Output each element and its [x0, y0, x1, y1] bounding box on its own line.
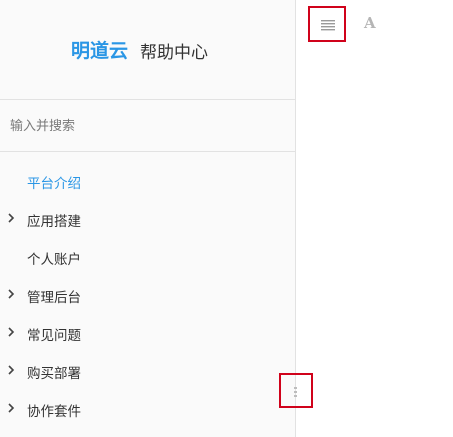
sidebar: 明道云 帮助中心 平台介绍 应用搭建 个人账户 管理后台 常见问题 — [0, 0, 296, 437]
help-center-title: 帮助中心 — [140, 43, 208, 63]
nav-item-faq[interactable]: 常见问题 — [0, 318, 296, 348]
nav-item-label: 平台介绍 — [27, 176, 81, 192]
chevron-right-icon[interactable] — [7, 288, 17, 302]
brand-logo[interactable]: 明道云 — [71, 36, 128, 63]
search-input[interactable] — [10, 114, 280, 138]
chevron-right-icon[interactable] — [7, 326, 17, 340]
nav-item-admin-console[interactable]: 管理后台 — [0, 280, 296, 310]
font-settings-button[interactable]: A — [364, 14, 378, 32]
nav-item-personal-account[interactable]: 个人账户 — [0, 242, 296, 272]
sidebar-resize-handle[interactable] — [279, 373, 313, 408]
nav-item-label: 常见问题 — [27, 328, 81, 344]
nav-item-collab-suite[interactable]: 协作套件 — [0, 394, 296, 424]
nav-item-label: 个人账户 — [27, 252, 81, 268]
search-area — [0, 101, 296, 152]
hamburger-icon — [321, 20, 335, 31]
menu-toggle-button[interactable] — [308, 6, 346, 42]
chevron-right-icon[interactable] — [7, 364, 17, 378]
nav-item-label: 应用搭建 — [27, 214, 81, 230]
nav-item-platform-intro[interactable]: 平台介绍 — [0, 166, 296, 196]
nav-item-app-building[interactable]: 应用搭建 — [0, 204, 296, 234]
chevron-right-icon[interactable] — [7, 212, 17, 226]
nav-item-label: 协作套件 — [27, 404, 81, 420]
logo-area: 明道云 帮助中心 — [0, 0, 296, 100]
nav-item-label: 管理后台 — [27, 290, 81, 306]
drag-dots-icon — [294, 387, 297, 397]
nav-item-label: 购买部署 — [27, 366, 81, 382]
nav-item-purchase-deploy[interactable]: 购买部署 — [0, 356, 296, 386]
chevron-right-icon[interactable] — [7, 402, 17, 416]
